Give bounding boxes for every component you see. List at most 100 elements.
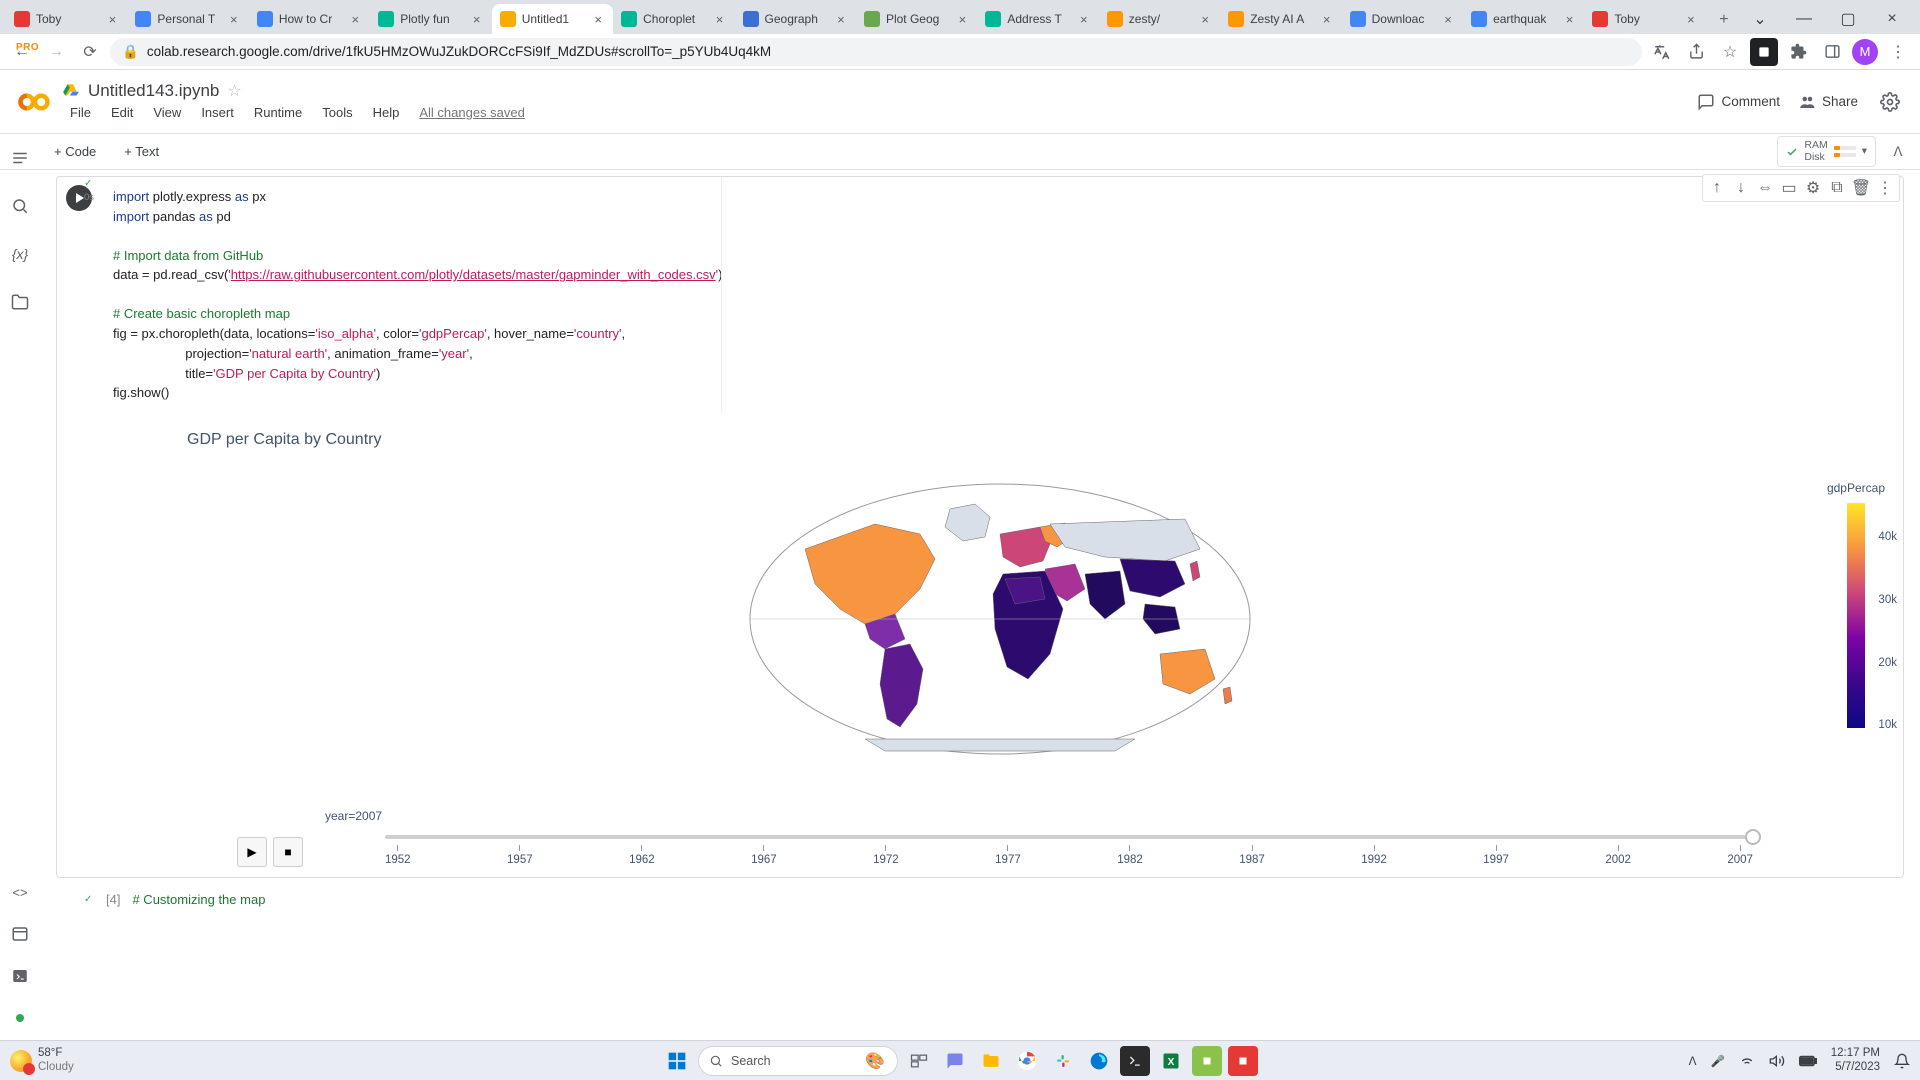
browser-tab[interactable]: Plotly fun× [370,4,491,34]
close-icon[interactable]: × [1870,4,1914,34]
taskview-icon[interactable] [904,1046,934,1076]
close-icon[interactable]: × [1441,12,1455,26]
colab-logo-icon[interactable] [16,84,52,120]
forward-button[interactable]: → [42,38,70,66]
slider-thumb[interactable] [1745,829,1761,845]
minimize-icon[interactable]: — [1782,4,1826,34]
browser-tab[interactable]: Plot Geog× [856,4,977,34]
close-icon[interactable]: × [470,12,484,26]
close-icon[interactable]: × [834,12,848,26]
save-status[interactable]: All changes saved [411,103,533,122]
new-tab-button[interactable]: + [1710,6,1738,34]
menu-runtime[interactable]: Runtime [246,103,310,122]
profile-avatar[interactable]: M [1852,39,1878,65]
browser-tab[interactable]: zesty/× [1099,4,1220,34]
link-icon[interactable]: ⇔ [1753,177,1777,199]
delete-icon[interactable]: 🗑 [1849,177,1873,199]
close-icon[interactable]: × [1684,12,1698,26]
chevron-down-icon[interactable]: ⌄ [1738,4,1782,34]
bookmark-icon[interactable]: ☆ [1716,38,1744,66]
move-up-icon[interactable]: ↑ [1705,177,1729,199]
taskbar-search[interactable]: Search 🎨 [698,1046,898,1076]
menu-view[interactable]: View [145,103,189,122]
close-icon[interactable]: × [955,12,969,26]
tray-wifi-icon[interactable] [1739,1053,1755,1069]
play-button[interactable]: ▶ [237,837,267,867]
menu-tools[interactable]: Tools [314,103,360,122]
close-icon[interactable]: × [105,12,119,26]
browser-tab[interactable]: How to Cr× [249,4,370,34]
terminal-icon[interactable] [10,924,30,944]
taskbar-chrome-icon[interactable] [1012,1046,1042,1076]
taskbar-clock[interactable]: 12:17 PM 5/7/2023 [1831,1047,1880,1075]
extension-icon[interactable] [1750,38,1778,66]
comment-button[interactable]: Comment [1697,93,1780,111]
add-text-button[interactable]: + Text [114,140,169,163]
tray-mic-icon[interactable]: 🎤 [1710,1054,1724,1068]
resource-indicator[interactable]: RAMDisk ▾ [1777,136,1876,167]
browser-tab[interactable]: Downloac× [1342,4,1463,34]
browser-tab[interactable]: Choroplet× [613,4,734,34]
tray-battery-icon[interactable] [1799,1055,1817,1067]
add-code-button[interactable]: + Code [44,140,106,163]
code-cell[interactable]: import plotly.express as px import panda… [56,176,1904,878]
weather-widget[interactable]: 58°FCloudy [10,1047,74,1073]
menu-icon[interactable]: ⋮ [1884,38,1912,66]
extensions-icon[interactable] [1784,38,1812,66]
next-cell-peek[interactable]: ✓ [4] # Customizing the map [56,890,1904,909]
gear-icon[interactable]: ⚙ [1801,177,1825,199]
year-slider[interactable]: 1952 1957 1962 1967 1972 1977 1982 1987 … [385,827,1753,867]
menu-file[interactable]: File [62,103,99,122]
taskbar-explorer-icon[interactable] [976,1046,1006,1076]
notebook-title[interactable]: Untitled143.ipynb [88,81,219,101]
more-icon[interactable]: ⋮ [1873,177,1897,199]
tray-notifications-icon[interactable] [1894,1053,1910,1069]
variables-icon[interactable]: {x} [10,244,30,264]
move-down-icon[interactable]: ↓ [1729,177,1753,199]
browser-tab[interactable]: Address T× [977,4,1098,34]
taskbar-app-icon[interactable] [1192,1046,1222,1076]
taskbar-excel-icon[interactable]: X [1156,1046,1186,1076]
browser-tab[interactable]: Zesty AI A× [1220,4,1341,34]
star-icon[interactable]: ☆ [227,81,241,101]
translate-icon[interactable] [1648,38,1676,66]
close-icon[interactable]: × [591,12,605,26]
stop-button[interactable]: ■ [273,837,303,867]
reload-button[interactable]: ⟳ [76,38,104,66]
maximize-icon[interactable]: ▢ [1826,4,1870,34]
taskbar-app-icon[interactable] [1228,1046,1258,1076]
browser-tab[interactable]: Toby× [6,4,127,34]
close-icon[interactable]: × [1198,12,1212,26]
choropleth-map[interactable] [177,479,1823,759]
files-icon[interactable] [10,292,30,312]
browser-tab[interactable]: earthquak× [1463,4,1584,34]
taskbar-edge-icon[interactable] [1084,1046,1114,1076]
browser-tab[interactable]: Toby× [1584,4,1705,34]
search-icon[interactable] [10,196,30,216]
code-editor[interactable]: import plotly.express as px import panda… [101,177,1903,413]
close-icon[interactable]: × [1077,12,1091,26]
code-icon[interactable]: <> [10,882,30,902]
browser-tab[interactable]: Geograph× [735,4,856,34]
taskbar-chat-icon[interactable] [940,1046,970,1076]
start-button[interactable] [662,1046,692,1076]
tray-chevron-icon[interactable]: ᐱ [1689,1054,1697,1068]
close-icon[interactable]: × [227,12,241,26]
toc-icon[interactable] [10,148,30,168]
collapse-icon[interactable]: ᐱ [1884,138,1912,166]
settings-icon[interactable] [1876,88,1904,116]
url-input[interactable]: 🔒 colab.research.google.com/drive/1fkU5H… [110,38,1642,66]
sidepanel-icon[interactable] [1818,38,1846,66]
share-button[interactable]: Share [1798,93,1858,111]
menu-edit[interactable]: Edit [103,103,141,122]
command-icon[interactable] [10,966,30,986]
close-icon[interactable]: × [348,12,362,26]
taskbar-slack-icon[interactable] [1048,1046,1078,1076]
tray-volume-icon[interactable] [1769,1053,1785,1069]
menu-insert[interactable]: Insert [193,103,242,122]
close-icon[interactable]: × [713,12,727,26]
share-icon[interactable] [1682,38,1710,66]
mirror-icon[interactable]: ⧉ [1825,177,1849,199]
menu-help[interactable]: Help [365,103,408,122]
taskbar-terminal-icon[interactable] [1120,1046,1150,1076]
